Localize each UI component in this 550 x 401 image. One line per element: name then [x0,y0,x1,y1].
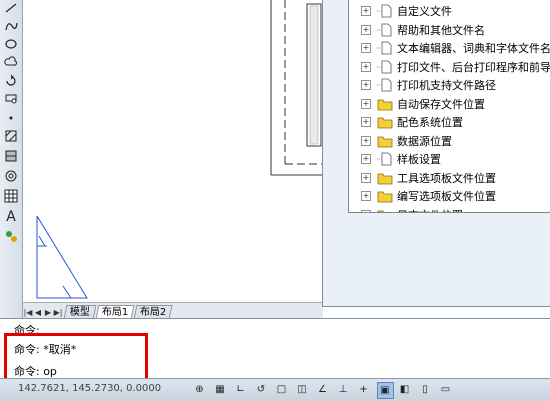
tree-item[interactable]: + 编写选项板文件位置 [349,187,550,205]
osnap-icon[interactable]: □ [274,382,289,397]
arc-icon[interactable] [2,18,20,34]
expand-icon[interactable]: + [361,61,371,72]
coordinate-readout: 142.7621, 145.2730, 0.0000 [18,383,162,394]
document-icon [377,41,393,55]
tree-item[interactable]: + 打印文件、后台打印程序和前导 [349,58,550,76]
draw-toolbar: A [0,0,23,318]
grid-icon[interactable]: ▦ [213,382,228,397]
status-bar: 142.7621, 145.2730, 0.0000 ⊕ ▦ ∟ ↺ □ ◫ ∠ ⊥ + ▣ ◧ ▯ ▭ [0,378,550,401]
search-paths-tree[interactable]: + 自定义文件 + 帮助和其他文件名 + 文本编辑器、词典和字体文件名 + 打印文件、后台打印… [348,0,550,213]
tree-item-label: 打印机支持文件路径 [397,79,496,92]
line-icon[interactable] [2,0,20,16]
circle-icon[interactable] [2,90,20,106]
add-selected-icon[interactable] [2,228,20,244]
tree-item-label: 编写选项板文件位置 [397,190,496,203]
tree-item[interactable]: + 日志文件位置 [349,206,550,213]
layout-drawing [36,0,323,299]
tree-item[interactable]: + 工具选项板文件位置 [349,169,550,187]
otrack-icon[interactable]: ∠ [315,382,330,397]
ortho-icon[interactable]: ∟ [233,382,248,397]
tree-item-label: 自定义文件 [397,5,452,18]
quick-properties-icon[interactable]: ▯ [418,382,433,397]
folder-icon [377,115,393,129]
layout-tab-bar: |◀ ◀ ▶ ▶| 模型 布局1 布局2 [23,302,323,319]
ellipse-icon[interactable] [2,36,20,52]
point-icon[interactable] [2,110,20,126]
expand-icon[interactable]: + [361,172,371,183]
ducs-icon[interactable]: ⊥ [336,382,351,397]
text-icon[interactable]: A [2,209,20,225]
document-icon [377,60,393,74]
tab-model[interactable]: 模型 [63,305,97,319]
expand-icon[interactable]: + [361,98,371,109]
tree-item-label: 配色系统位置 [397,116,463,129]
table-icon[interactable] [2,188,20,204]
document-icon [377,4,393,18]
hatch-icon[interactable] [2,128,20,144]
tree-item-label: 文本编辑器、词典和字体文件名 [397,42,550,55]
tree-item[interactable]: + 帮助和其他文件名 [349,21,550,39]
expand-icon[interactable]: + [361,117,371,127]
document-icon [377,152,393,166]
folder-icon [377,208,393,212]
dyn-icon[interactable]: + [356,382,371,397]
folder-icon [377,171,393,185]
tab-layout1[interactable]: 布局1 [95,305,135,319]
tree-item[interactable]: + 自动保存文件位置 [349,95,550,113]
expand-icon[interactable]: + [361,80,371,90]
lineweight-icon[interactable]: ▣ [376,382,394,399]
document-icon [377,78,393,92]
rotate-icon[interactable] [2,72,20,88]
expand-icon[interactable]: + [361,6,371,16]
region-icon[interactable] [2,168,20,184]
folder-icon [377,97,393,111]
tree-item-label: 帮助和其他文件名 [397,23,485,37]
snap-icon[interactable]: ⊕ [192,382,207,397]
expand-icon[interactable]: + [361,24,371,35]
document-icon [377,23,393,37]
selection-cycling-icon[interactable]: ▭ [438,382,453,397]
tree-item[interactable]: + 配色系统位置 [349,113,550,131]
expand-icon[interactable]: + [361,154,371,164]
tree-item[interactable]: + 样板设置 [349,150,550,168]
tree-item-label: 数据源位置 [397,134,452,148]
tree-item-label: 自动保存文件位置 [397,97,485,111]
expand-icon[interactable]: + [361,191,371,201]
gradient-icon[interactable] [2,148,20,164]
polar-icon[interactable]: ↺ [254,382,269,397]
drawing-canvas[interactable] [23,0,323,302]
expand-icon[interactable]: + [361,209,371,212]
3d-osnap-icon[interactable]: ◫ [295,382,310,397]
tree-item-label: 样板设置 [397,153,441,166]
folder-icon [377,189,393,203]
tree-item-label: 日志文件位置 [397,207,463,213]
tab-layout2[interactable]: 布局2 [133,305,174,319]
expand-icon[interactable]: + [361,135,371,146]
tree-item[interactable]: + 自定义文件 [349,2,550,20]
folder-icon [377,134,393,148]
tree-item[interactable]: + 数据源位置 [349,132,550,150]
revision-cloud-icon[interactable] [2,54,20,70]
expand-icon[interactable]: + [361,43,371,53]
transparency-icon[interactable]: ◧ [397,382,412,397]
tree-item-label: 工具选项板文件位置 [397,171,496,185]
tree-item[interactable]: + 文本编辑器、词典和字体文件名 [349,39,550,57]
tree-item[interactable]: + 打印机支持文件路径 [349,76,550,94]
tree-item-label: 打印文件、后台打印程序和前导 [397,60,550,74]
